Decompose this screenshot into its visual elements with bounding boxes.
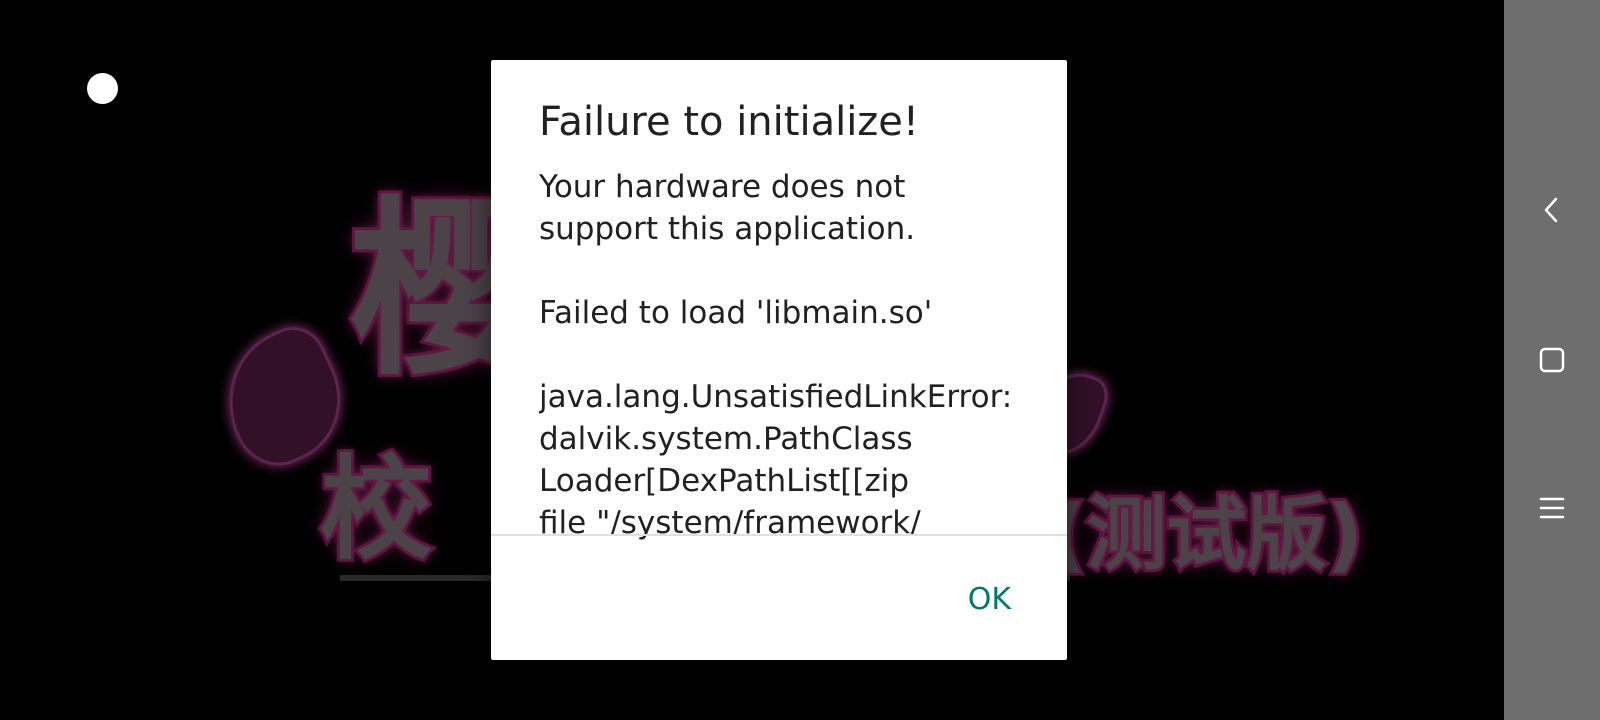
dialog-message-stacktrace: java.lang.UnsatisfiedLinkError: dalvik.s… xyxy=(539,379,1013,541)
dialog-title: Failure to initialize! xyxy=(539,99,919,145)
ok-button[interactable]: OK xyxy=(964,580,1015,620)
screen: 樱 校 (测试版) Failure to initialize! Your ha… xyxy=(0,0,1600,720)
back-button[interactable] xyxy=(1528,186,1576,234)
dialog-divider xyxy=(491,534,1067,536)
dialog-message-hardware: Your hardware does not support this appl… xyxy=(539,169,916,247)
square-home-icon xyxy=(1539,347,1565,373)
splash-title-sub: 校 xyxy=(317,445,435,575)
dialog-message-scroll[interactable]: Your hardware does not support this appl… xyxy=(539,166,1019,594)
error-dialog: Failure to initialize! Your hardware doe… xyxy=(491,60,1067,660)
dialog-message-load-failure: Failed to load 'libmain.so' xyxy=(539,295,933,331)
splash-version-tag: (测试版) xyxy=(1047,487,1366,583)
home-button[interactable] xyxy=(1528,336,1576,384)
back-chevron-icon xyxy=(1544,197,1558,223)
navigation-bar xyxy=(1504,0,1600,720)
recents-menu-button[interactable] xyxy=(1528,484,1576,532)
status-indicator-dot xyxy=(87,73,118,104)
hamburger-menu-icon xyxy=(1539,497,1565,519)
